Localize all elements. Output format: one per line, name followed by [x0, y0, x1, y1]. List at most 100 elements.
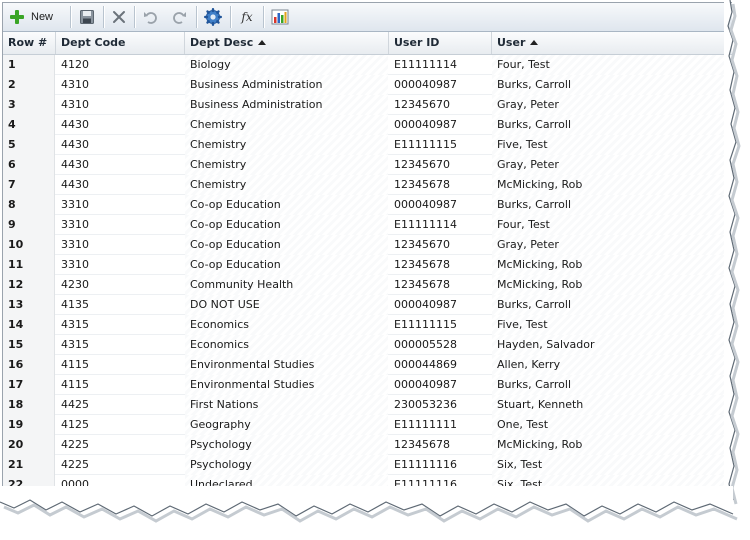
table-row[interactable]: 2 4310 Business Administration 000040987 Bur…	[3, 75, 732, 95]
row-number-cell[interactable]: 8	[3, 195, 55, 215]
user-id-cell[interactable]: 230053236	[389, 395, 491, 415]
row-number-cell[interactable]: 19	[3, 415, 55, 435]
settings-button[interactable]	[200, 5, 226, 28]
user-id-cell[interactable]: 000040987	[389, 295, 491, 315]
table-row[interactable]: 3 4310 Business Administration 12345670 Gray…	[3, 95, 732, 115]
row-number-cell[interactable]: 3	[3, 95, 55, 115]
user-cell[interactable]: Allen, Kerry	[492, 355, 732, 375]
table-row[interactable]: 15 4315 Economics 000005528 Hayden, Salvador	[3, 335, 732, 355]
user-id-cell[interactable]: 12345670	[389, 235, 491, 255]
user-id-cell[interactable]: 000044869	[389, 355, 491, 375]
user-cell[interactable]: Four, Test	[492, 215, 732, 235]
user-cell[interactable]: Gray, Peter	[492, 95, 732, 115]
row-number-cell[interactable]: 7	[3, 175, 55, 195]
table-row[interactable]: 18 4425 First Nations 230053236 Stuart, Kenn…	[3, 395, 732, 415]
dept-desc-cell[interactable]: Chemistry	[185, 155, 388, 175]
undo-button[interactable]	[138, 5, 162, 28]
dept-desc-cell[interactable]: Business Administration	[185, 75, 388, 95]
user-id-cell[interactable]: 12345678	[389, 175, 491, 195]
user-id-cell[interactable]: 000040987	[389, 195, 491, 215]
dept-code-cell[interactable]: 4225	[56, 455, 184, 475]
dept-code-cell[interactable]: 4315	[56, 335, 184, 355]
user-cell[interactable]: Gray, Peter	[492, 155, 732, 175]
table-row[interactable]: 13 4135 DO NOT USE 000040987 Burks, Carroll	[3, 295, 732, 315]
user-id-cell[interactable]: 12345670	[389, 95, 491, 115]
dept-code-cell[interactable]: 3310	[56, 255, 184, 275]
row-number-cell[interactable]: 4	[3, 115, 55, 135]
dept-desc-cell[interactable]: First Nations	[185, 395, 388, 415]
user-id-cell[interactable]: 000040987	[389, 75, 491, 95]
dept-code-cell[interactable]: 4430	[56, 175, 184, 195]
save-button[interactable]	[75, 5, 99, 28]
dept-code-cell[interactable]: 4430	[56, 155, 184, 175]
table-row[interactable]: 7 4430 Chemistry 12345678 McMicking, Rob	[3, 175, 732, 195]
user-id-cell[interactable]: 000040987	[389, 115, 491, 135]
user-cell[interactable]: Burks, Carroll	[492, 375, 732, 395]
user-cell[interactable]: McMicking, Rob	[492, 255, 732, 275]
dept-desc-cell[interactable]: Chemistry	[185, 135, 388, 155]
dept-desc-cell[interactable]: Chemistry	[185, 175, 388, 195]
dept-desc-cell[interactable]: Co-op Education	[185, 215, 388, 235]
user-id-cell[interactable]: E11111115	[389, 315, 491, 335]
table-row[interactable]: 19 4125 Geography E11111111 One, Test	[3, 415, 732, 435]
row-number-cell[interactable]: 17	[3, 375, 55, 395]
user-cell[interactable]: Gray, Peter	[492, 235, 732, 255]
user-cell[interactable]: Burks, Carroll	[492, 195, 732, 215]
dept-code-cell[interactable]: 4310	[56, 75, 184, 95]
dept-code-cell[interactable]: 4225	[56, 435, 184, 455]
user-cell[interactable]: Six, Test	[492, 455, 732, 475]
user-id-cell[interactable]: 12345678	[389, 275, 491, 295]
delete-button[interactable]	[107, 5, 131, 28]
user-id-cell[interactable]: E11111114	[389, 55, 491, 75]
table-row[interactable]: 12 4230 Community Health 12345678 McMicking,…	[3, 275, 732, 295]
column-header-user[interactable]: User	[492, 32, 732, 54]
user-id-cell[interactable]: E11111115	[389, 135, 491, 155]
table-row[interactable]: 17 4115 Environmental Studies 000040987 Burk…	[3, 375, 732, 395]
table-row[interactable]: 20 4225 Psychology 12345678 McMicking, Rob	[3, 435, 732, 455]
row-number-cell[interactable]: 15	[3, 335, 55, 355]
row-number-cell[interactable]: 9	[3, 215, 55, 235]
table-row[interactable]: 1 4120 Biology E11111114 Four, Test	[3, 55, 732, 75]
dept-desc-cell[interactable]: DO NOT USE	[185, 295, 388, 315]
dept-desc-cell[interactable]: Community Health	[185, 275, 388, 295]
redo-button[interactable]	[168, 5, 192, 28]
row-number-cell[interactable]: 10	[3, 235, 55, 255]
user-id-cell[interactable]: 000040987	[389, 375, 491, 395]
row-number-cell[interactable]: 13	[3, 295, 55, 315]
dept-desc-cell[interactable]: Psychology	[185, 455, 388, 475]
dept-code-cell[interactable]: 3310	[56, 215, 184, 235]
user-id-cell[interactable]: 12345670	[389, 155, 491, 175]
table-row[interactable]: 14 4315 Economics E11111115 Five, Test	[3, 315, 732, 335]
user-cell[interactable]: Five, Test	[492, 135, 732, 155]
dept-code-cell[interactable]: 4430	[56, 135, 184, 155]
row-number-cell[interactable]: 6	[3, 155, 55, 175]
user-id-cell[interactable]: E11111111	[389, 415, 491, 435]
user-cell[interactable]: Stuart, Kenneth	[492, 395, 732, 415]
dept-desc-cell[interactable]: Economics	[185, 315, 388, 335]
chart-button[interactable]	[268, 5, 292, 28]
row-number-cell[interactable]: 21	[3, 455, 55, 475]
dept-desc-cell[interactable]: Chemistry	[185, 115, 388, 135]
dept-desc-cell[interactable]: Co-op Education	[185, 255, 388, 275]
column-header-row-number[interactable]: Row #	[3, 32, 56, 54]
user-id-cell[interactable]: 12345678	[389, 435, 491, 455]
table-row[interactable]: 4 4430 Chemistry 000040987 Burks, Carroll	[3, 115, 732, 135]
dept-desc-cell[interactable]: Geography	[185, 415, 388, 435]
dept-desc-cell[interactable]: Biology	[185, 55, 388, 75]
table-row[interactable]: 21 4225 Psychology E11111116 Six, Test	[3, 455, 732, 475]
user-cell[interactable]: Burks, Carroll	[492, 295, 732, 315]
dept-desc-cell[interactable]: Co-op Education	[185, 195, 388, 215]
dept-code-cell[interactable]: 4310	[56, 95, 184, 115]
table-row[interactable]: 6 4430 Chemistry 12345670 Gray, Peter	[3, 155, 732, 175]
user-cell[interactable]: McMicking, Rob	[492, 275, 732, 295]
new-button[interactable]: New	[9, 5, 65, 28]
row-number-cell[interactable]: 18	[3, 395, 55, 415]
dept-desc-cell[interactable]: Co-op Education	[185, 235, 388, 255]
user-id-cell[interactable]: 000005528	[389, 335, 491, 355]
dept-code-cell[interactable]: 4315	[56, 315, 184, 335]
dept-code-cell[interactable]: 4135	[56, 295, 184, 315]
user-cell[interactable]: Burks, Carroll	[492, 75, 732, 95]
user-cell[interactable]: Four, Test	[492, 55, 732, 75]
column-header-dept-desc[interactable]: Dept Desc	[185, 32, 389, 54]
row-number-cell[interactable]: 11	[3, 255, 55, 275]
